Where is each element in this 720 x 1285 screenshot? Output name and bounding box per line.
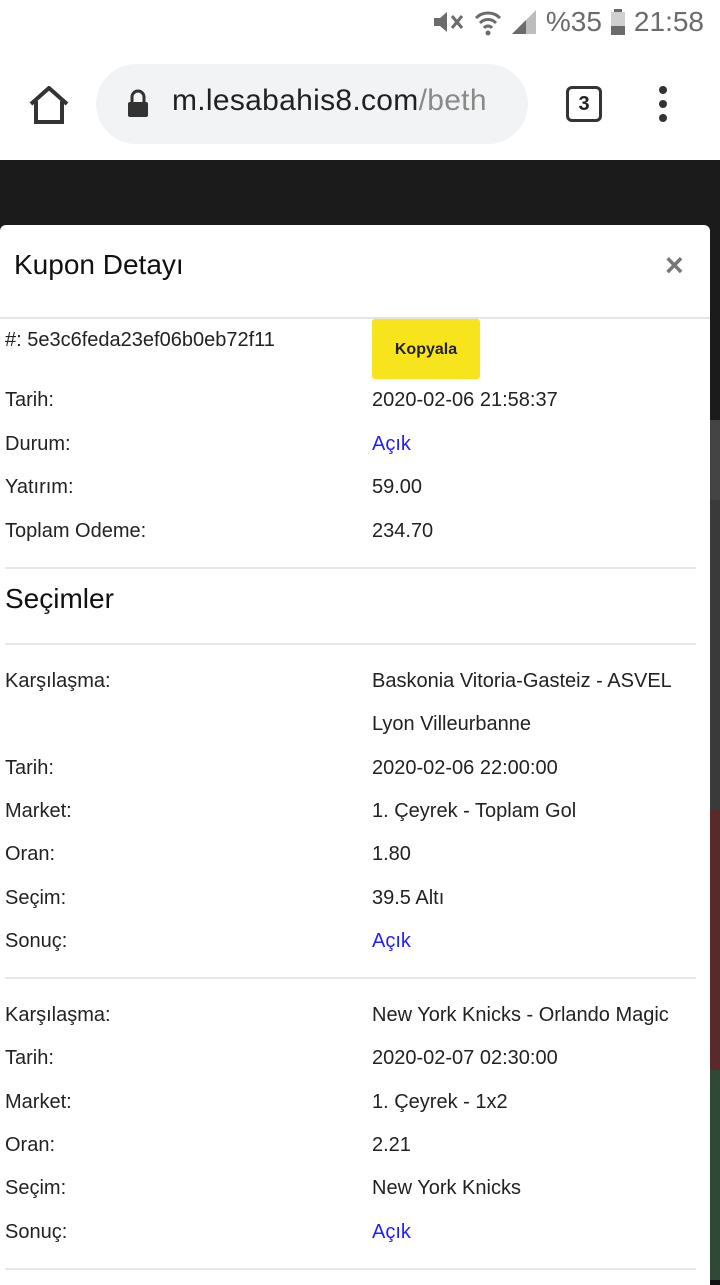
divider	[5, 977, 696, 979]
modal-header: Kupon Detayı ×	[0, 225, 710, 319]
url-host: m.lesabahis8.com	[172, 84, 419, 117]
status-link[interactable]: Açık	[372, 433, 411, 456]
match-name-cont: Lyon Villeurbanne	[372, 713, 532, 735]
coupon-id: #: 5e3c6feda23ef06b0eb72f11	[5, 329, 275, 351]
row-value: New York Knicks	[372, 1177, 521, 1199]
tab-switcher-button[interactable]: 3	[566, 86, 602, 122]
row-label: Sonuç:	[5, 930, 68, 952]
more-menu-icon[interactable]	[656, 86, 670, 126]
url-path: /beth	[418, 84, 487, 117]
battery-percent: %35	[545, 6, 602, 37]
signal-icon	[511, 10, 536, 34]
match-name: Baskonia Vitoria-Gasteiz - ASVEL	[372, 670, 672, 692]
row-label: Yatırım:	[5, 476, 74, 498]
row-value: 2020-02-06 21:58:37	[372, 389, 558, 411]
row-value: 59.00	[372, 476, 423, 498]
url-text: m.lesabahis8.com/beth	[172, 84, 487, 118]
status-icons: %35 21:58	[430, 6, 704, 38]
result-link[interactable]: Açık	[372, 1221, 411, 1244]
divider	[5, 567, 696, 569]
row-value: 2020-02-07 02:30:00	[372, 1047, 558, 1069]
status-bar: %35 21:58	[0, 0, 720, 48]
row-label: Karşılaşma:	[5, 1004, 111, 1026]
row-value: 1. Çeyrek - Toplam Gol	[372, 800, 577, 822]
row-label: Seçim:	[5, 887, 67, 909]
selections-title: Seçimler	[5, 583, 114, 614]
row-value: 1.80	[372, 843, 411, 865]
row-label: Tarih:	[5, 757, 54, 779]
result-link[interactable]: Açık	[372, 930, 411, 953]
home-icon[interactable]	[24, 80, 74, 130]
wifi-icon	[474, 11, 501, 36]
row-value: 39.5 Altı	[372, 887, 445, 909]
lock-icon	[128, 89, 148, 117]
row-label: Seçim:	[5, 1177, 67, 1199]
coupon-detail-modal: Kupon Detayı × #: 5e3c6feda23ef06b0eb72f…	[0, 225, 710, 1285]
row-value: 2.21	[372, 1134, 411, 1156]
row-label: Tarih:	[5, 1047, 54, 1069]
clock: 21:58	[633, 6, 704, 37]
match-name: New York Knicks - Orlando Magic	[372, 1004, 669, 1026]
row-value: 1. Çeyrek - 1x2	[372, 1091, 508, 1113]
row-label: Durum:	[5, 433, 71, 455]
row-label: Sonuç:	[5, 1221, 68, 1243]
close-button[interactable]: ×	[665, 249, 684, 281]
divider	[5, 643, 696, 645]
browser-toolbar: m.lesabahis8.com/beth 3	[0, 48, 720, 160]
row-label: Karşılaşma:	[5, 670, 111, 692]
row-label: Tarih:	[5, 389, 54, 411]
divider	[5, 1268, 696, 1270]
row-value: 234.70	[372, 520, 434, 542]
row-label: Oran:	[5, 1134, 56, 1156]
mute-icon	[433, 12, 464, 32]
row-label: Market:	[5, 800, 72, 822]
row-label: Toplam Odeme:	[5, 520, 147, 542]
row-label: Oran:	[5, 843, 56, 865]
row-label: Market:	[5, 1091, 72, 1113]
battery-icon	[610, 9, 625, 35]
url-bar[interactable]: m.lesabahis8.com/beth	[96, 64, 528, 144]
row-value: 2020-02-06 22:00:00	[372, 757, 558, 779]
modal-title: Kupon Detayı	[14, 249, 184, 280]
copy-button[interactable]: Kopyala	[372, 319, 480, 379]
